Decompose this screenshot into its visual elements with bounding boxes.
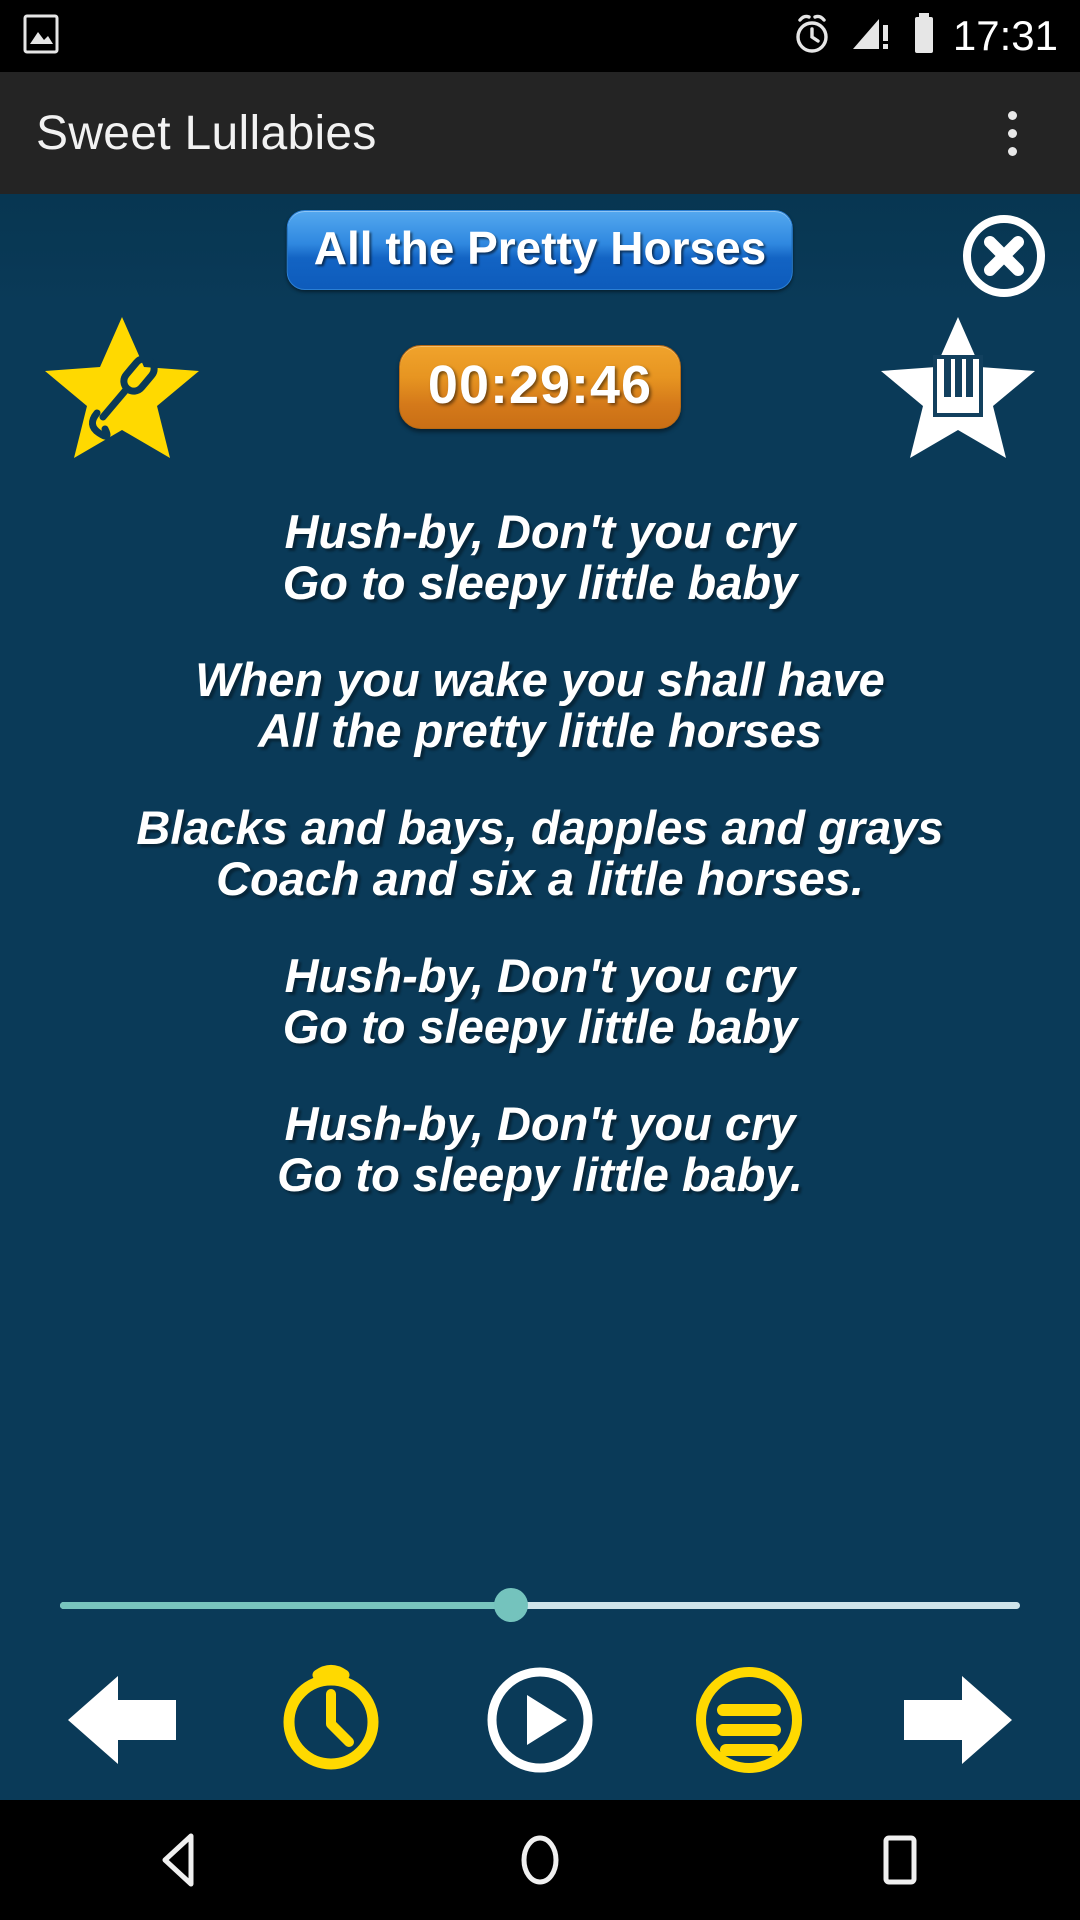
lyric-line: All the pretty little horses — [257, 703, 823, 757]
seek-thumb[interactable] — [494, 1588, 529, 1622]
app-screen: 17:31 Sweet Lullabies All the Pretty Hor… — [0, 0, 1080, 1920]
nav-recents-button[interactable] — [825, 1815, 975, 1905]
lyric-spacer — [26, 904, 1054, 950]
signal-warning-icon — [849, 13, 895, 60]
lyric-stanza: Hush-by, Don't you cry Go to sleepy litt… — [26, 950, 1054, 1052]
previous-button[interactable] — [47, 1655, 197, 1785]
next-button[interactable] — [883, 1655, 1033, 1785]
star-microphone-icon — [45, 317, 199, 458]
lyric-line: Hush-by, Don't you cry — [284, 1096, 796, 1150]
seek-fill — [60, 1601, 512, 1609]
timer-button[interactable] — [256, 1655, 406, 1785]
lyric-line: Go to sleepy little baby — [282, 999, 798, 1053]
lyric-line: Go to sleepy little baby — [282, 555, 798, 609]
page-title: Sweet Lullabies — [36, 106, 377, 160]
sleep-timer-display[interactable]: 00:29:46 — [398, 345, 682, 429]
status-bar-left — [22, 14, 60, 59]
vocal-star-button[interactable] — [34, 312, 210, 462]
close-icon[interactable] — [960, 212, 1048, 300]
overflow-menu-icon[interactable] — [980, 93, 1044, 173]
lyric-spacer — [26, 1052, 1054, 1098]
lyric-stanza: Hush-by, Don't you cry Go to sleepy litt… — [26, 1098, 1054, 1200]
player-controls — [0, 1650, 1080, 1800]
battery-icon — [911, 12, 937, 61]
lyric-line: Blacks and bays, dapples and grays — [136, 800, 944, 854]
nav-recents-icon — [883, 1835, 917, 1885]
star-piano-icon — [880, 317, 1035, 458]
status-bar-clock: 17:31 — [952, 12, 1058, 59]
play-icon — [487, 1667, 593, 1773]
arrow-right-icon — [903, 1676, 1012, 1764]
nav-home-icon — [521, 1835, 559, 1885]
lyric-line: Hush-by, Don't you cry — [284, 948, 796, 1002]
play-button[interactable] — [465, 1655, 615, 1785]
lyric-line: Go to sleepy little baby. — [277, 1147, 803, 1201]
song-header-row: All the Pretty Horses — [0, 194, 1080, 312]
lyric-spacer — [26, 756, 1054, 802]
nav-back-icon — [162, 1833, 194, 1887]
status-bar: 17:31 — [0, 0, 1080, 72]
arrow-left-icon — [68, 1676, 177, 1764]
piano-star-button[interactable] — [870, 312, 1046, 462]
lyric-line: Hush-by, Don't you cry — [284, 505, 796, 558]
lyric-stanza: When you wake you shall have All the pre… — [26, 654, 1054, 756]
seek-bar[interactable] — [0, 1560, 1080, 1650]
playlist-button[interactable] — [674, 1655, 824, 1785]
player-body: All the Pretty Horses 00:29:46 Hush-by, … — [0, 194, 1080, 1800]
song-title-button[interactable]: All the Pretty Horses — [286, 210, 794, 290]
nav-back-button[interactable] — [105, 1815, 255, 1905]
status-bar-right: 17:31 — [791, 12, 1058, 61]
mode-and-timer-row: 00:29:46 — [0, 312, 1080, 462]
lyric-line: Coach and six a little horses. — [216, 851, 864, 905]
image-icon — [22, 14, 60, 59]
clock-icon — [283, 1665, 379, 1770]
system-nav-bar — [0, 1800, 1080, 1920]
lyric-spacer — [26, 608, 1054, 654]
app-bar: Sweet Lullabies — [0, 72, 1080, 194]
seek-track[interactable] — [60, 1588, 1020, 1622]
list-icon — [695, 1667, 802, 1773]
alarm-icon — [791, 12, 833, 61]
nav-home-button[interactable] — [465, 1815, 615, 1905]
lyric-stanza: Blacks and bays, dapples and grays Coach… — [26, 802, 1054, 904]
lyrics-panel[interactable]: Hush-by, Don't you cry Go to sleepy litt… — [0, 462, 1080, 1560]
lyric-line: When you wake you shall have — [195, 652, 885, 706]
lyric-stanza: Hush-by, Don't you cry Go to sleepy litt… — [26, 506, 1054, 608]
